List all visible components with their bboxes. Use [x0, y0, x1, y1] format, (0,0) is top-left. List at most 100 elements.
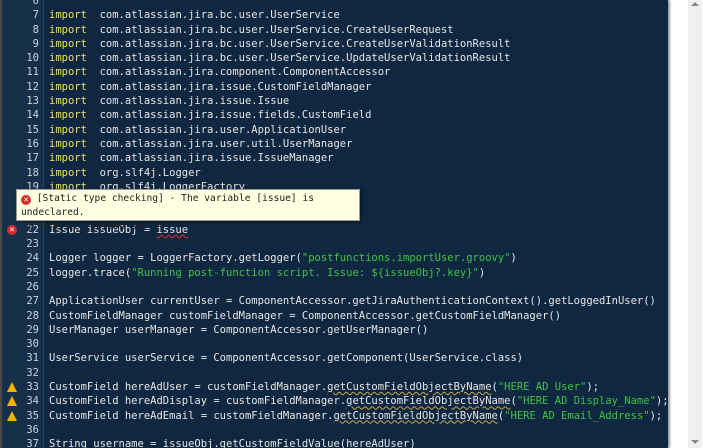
- code-line[interactable]: 13 import com.atlassian.jira.issue.Issue: [2, 94, 668, 108]
- line-number: 13: [26, 95, 39, 108]
- code-line[interactable]: 37 String username = issueObj.getCustomFi…: [2, 437, 668, 448]
- code-line[interactable]: 11 import com.atlassian.jira.component.Co…: [2, 65, 668, 79]
- code-token: com.atlassian.jira.issue.CustomFieldMana…: [86, 80, 372, 93]
- keyword-token: import: [49, 137, 87, 150]
- code-line[interactable]: 35 CustomField hereAdEmail = customFieldM…: [2, 409, 668, 423]
- code-line[interactable]: 33 CustomField hereAdUser = customFieldMa…: [2, 380, 668, 394]
- code-line[interactable]: 14 import com.atlassian.jira.issue.fields…: [2, 108, 668, 122]
- code-token: com.atlassian.jira.issue.IssueManager: [86, 152, 334, 165]
- keyword-token: import: [49, 37, 87, 50]
- line-number: 15: [26, 123, 39, 136]
- code-token: Logger logger = LoggerFactory.getLogger(: [49, 252, 302, 265]
- line-code: String username = issueObj.getCustomFiel…: [49, 437, 416, 448]
- line-number: 29: [26, 323, 39, 336]
- code-line[interactable]: 17 import com.atlassian.jira.issue.IssueM…: [2, 151, 668, 165]
- line-number: 6: [32, 0, 39, 7]
- code-line[interactable]: 9 import com.atlassian.jira.bc.user.UserS…: [2, 37, 668, 51]
- line-number: 11: [26, 66, 39, 79]
- keyword-token: import: [49, 123, 87, 136]
- code-token: ): [510, 252, 517, 265]
- code-line[interactable]: 24 Logger logger = LoggerFactory.getLogge…: [2, 251, 668, 265]
- code-token: UserManager userManager = ComponentAcces…: [49, 323, 429, 336]
- line-number: 25: [26, 266, 39, 279]
- code-line[interactable]: 16 import com.atlassian.jira.user.util.Us…: [2, 137, 668, 151]
- error-tooltip: ✕ [Static type checking] - The variable …: [16, 189, 360, 232]
- string-token: "Running post-function script. Issue: ${…: [131, 266, 479, 279]
- line-number: 26: [26, 280, 39, 293]
- code-token: getCustomFieldObjectByName: [346, 395, 511, 408]
- line-code: CustomField hereAdDisplay = customFieldM…: [49, 394, 668, 408]
- line-number: 7: [32, 9, 39, 22]
- vertical-scrollbar[interactable]: [688, 0, 702, 448]
- scroll-up-arrow-icon[interactable]: [691, 2, 699, 6]
- code-line[interactable]: 31 UserService userService = ComponentAcc…: [2, 351, 668, 365]
- line-code: UserManager userManager = ComponentAcces…: [49, 323, 428, 337]
- keyword-token: import: [49, 166, 87, 179]
- code-token: com.atlassian.jira.bc.user.UserService.C…: [86, 37, 511, 50]
- code-line[interactable]: 8 import com.atlassian.jira.bc.user.UserS…: [2, 23, 668, 37]
- line-code: CustomField hereAdUser = customFieldMana…: [49, 380, 599, 394]
- code-editor[interactable]: 6 7 import com.atlassian.jira.bc.user.User…: [0, 0, 668, 448]
- string-token: "HERE AD Email_Address": [504, 409, 650, 422]
- tooltip-location: @ line 22, column 18.: [26, 221, 149, 232]
- line-number: 9: [32, 37, 39, 50]
- code-line[interactable]: 30: [2, 337, 668, 351]
- code-token: getCustomFieldObjectByName: [333, 409, 498, 422]
- code-line[interactable]: 6: [2, 0, 668, 8]
- code-line[interactable]: 36: [2, 423, 668, 437]
- keyword-token: import: [49, 109, 87, 122]
- keyword-token: import: [49, 80, 87, 93]
- code-line[interactable]: 18 import org.slf4j.Logger: [2, 166, 668, 180]
- scroll-down-arrow-icon[interactable]: [691, 440, 699, 444]
- code-token: com.atlassian.jira.user.ApplicationUser: [86, 123, 347, 136]
- line-code: import com.atlassian.jira.issue.fields.C…: [49, 108, 371, 122]
- line-number: 17: [26, 152, 39, 165]
- line-number: 14: [26, 109, 39, 122]
- code-line[interactable]: 23: [2, 237, 668, 251]
- line-code: import com.atlassian.jira.user.util.User…: [49, 137, 352, 151]
- code-line[interactable]: 12 import com.atlassian.jira.issue.Custom…: [2, 80, 668, 94]
- code-line[interactable]: 32: [2, 366, 668, 380]
- code-line[interactable]: 7 import com.atlassian.jira.bc.user.UserS…: [2, 8, 668, 22]
- code-token: CustomField hereAdDisplay = customFieldM…: [49, 395, 347, 408]
- code-line[interactable]: 29 UserManager userManager = ComponentAcc…: [2, 323, 668, 337]
- code-token: CustomField hereAdEmail = customFieldMan…: [49, 409, 334, 422]
- code-line[interactable]: 15 import com.atlassian.jira.user.Applica…: [2, 123, 668, 137]
- code-line[interactable]: 28 CustomFieldManager customFieldManager …: [2, 309, 668, 323]
- code-token: com.atlassian.jira.bc.user.UserService: [86, 9, 340, 22]
- code-token: String username = issueObj.getCustomFiel…: [49, 438, 416, 448]
- line-code: logger.trace("Running post-function scri…: [49, 266, 485, 280]
- code-token: ): [478, 266, 486, 279]
- line-code: import com.atlassian.jira.issue.Issue: [49, 94, 289, 108]
- line-number: 31: [26, 352, 39, 365]
- keyword-token: import: [49, 9, 87, 22]
- line-number: 32: [26, 366, 39, 379]
- line-number: 28: [26, 309, 39, 322]
- code-line[interactable]: 34 CustomField hereAdDisplay = customFiel…: [2, 394, 668, 408]
- string-token: "HERE AD Display_Name": [516, 395, 656, 408]
- code-line[interactable]: 27 ApplicationUser currentUser = Componen…: [2, 294, 668, 308]
- line-number: 33: [26, 381, 39, 394]
- code-line[interactable]: 25 logger.trace("Running post-function sc…: [2, 266, 668, 280]
- code-token: CustomField hereAdUser = customFieldMana…: [49, 381, 328, 394]
- code-token: ApplicationUser currentUser = ComponentA…: [49, 295, 656, 308]
- line-code: UserService userService = ComponentAcces…: [49, 351, 523, 365]
- keyword-token: import: [49, 152, 87, 165]
- line-number: 16: [26, 137, 39, 150]
- line-code: Logger logger = LoggerFactory.getLogger(…: [49, 251, 517, 265]
- code-line[interactable]: 10 import com.atlassian.jira.bc.user.User…: [2, 51, 668, 65]
- line-number: 10: [26, 52, 39, 65]
- keyword-token: import: [49, 66, 87, 79]
- line-number: 35: [26, 409, 39, 422]
- line-code: ApplicationUser currentUser = ComponentA…: [49, 294, 656, 308]
- line-number: 36: [26, 423, 39, 436]
- line-code: import com.atlassian.jira.user.Applicati…: [49, 123, 346, 137]
- code-token: com.atlassian.jira.user.util.UserManager: [86, 137, 353, 150]
- line-number: 12: [26, 80, 39, 93]
- code-token: com.atlassian.jira.bc.user.UserService.C…: [86, 23, 454, 36]
- code-token: com.atlassian.jira.component.ComponentAc…: [86, 66, 391, 79]
- code-line[interactable]: 26: [2, 280, 668, 294]
- line-number: 37: [26, 438, 39, 448]
- keyword-token: import: [49, 52, 87, 65]
- line-number: 34: [26, 395, 39, 408]
